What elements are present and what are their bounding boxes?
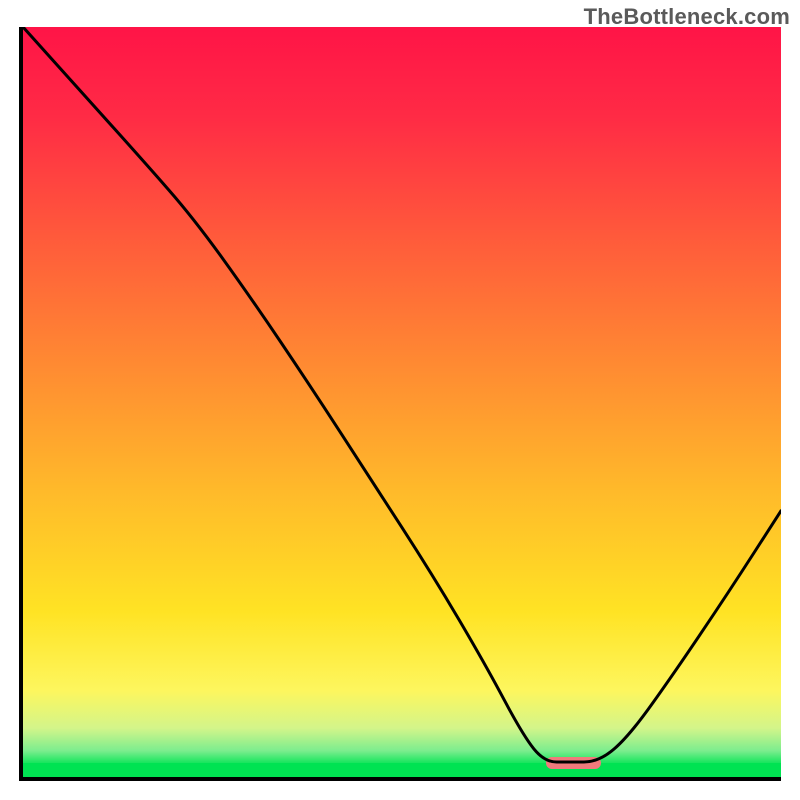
plot-area (23, 27, 781, 777)
bottleneck-curve (23, 27, 781, 777)
